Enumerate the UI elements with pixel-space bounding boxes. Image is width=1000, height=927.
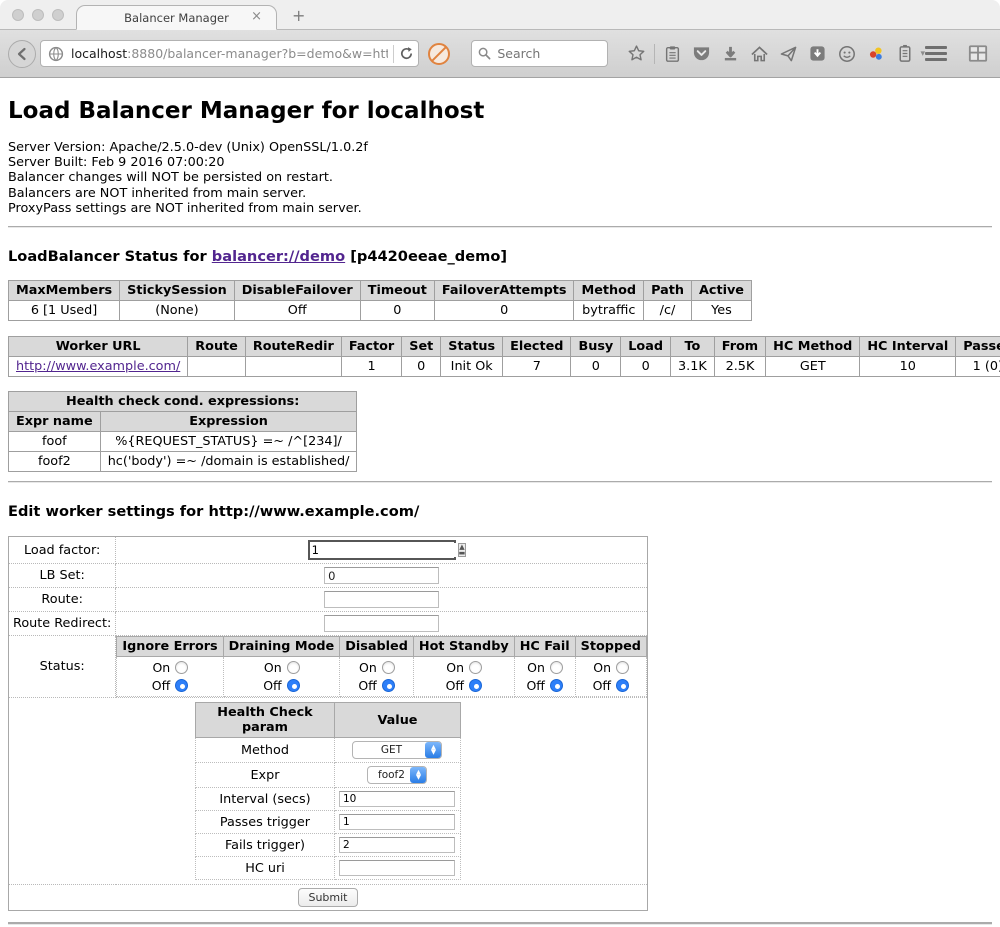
balancer-demo-link[interactable]: balancer://demo: [212, 248, 345, 265]
site-identity-globe-icon[interactable]: [48, 46, 64, 62]
bookmark-star-icon[interactable]: [627, 43, 647, 65]
expr-row: foof %{REQUEST_STATUS} =~ /^[234]/: [9, 432, 357, 452]
search-box[interactable]: [471, 40, 608, 67]
interval-label: Interval (secs): [195, 788, 334, 811]
radio-stopped-off[interactable]: [616, 679, 629, 692]
worker-url-link[interactable]: http://www.example.com/: [16, 359, 180, 374]
worker-table: Worker URL Route RouteRedir Factor Set S…: [8, 336, 1000, 377]
method-label: Method: [195, 738, 334, 763]
load-factor-input[interactable]: ▲▬: [308, 540, 456, 560]
select-stepper-icon: ▲▼: [425, 742, 441, 758]
radio-hot-standby-on[interactable]: [469, 661, 482, 674]
load-factor-label: Load factor:: [9, 537, 116, 564]
inherit-note: Balancers are NOT inherited from main se…: [8, 186, 992, 201]
battery-addon-icon[interactable]: [895, 43, 915, 65]
expr-label: Expr: [195, 763, 334, 788]
proxypass-note: ProxyPass settings are NOT inherited fro…: [8, 201, 992, 216]
divider: [8, 226, 992, 228]
pocket-icon[interactable]: [692, 43, 712, 65]
worker-row: http://www.example.com/ 1 0 Init Ok 7 0 …: [9, 357, 1000, 377]
lb-set-input[interactable]: [324, 567, 439, 584]
send-tab-icon[interactable]: [779, 43, 799, 65]
page-content: Load Balancer Manager for localhost Serv…: [0, 78, 1000, 927]
colored-dots-addon-icon[interactable]: [866, 43, 886, 65]
hc-expressions-caption: Health check cond. expressions:: [9, 392, 357, 412]
tab-groups-grid-icon[interactable]: [968, 43, 988, 65]
downloads-icon[interactable]: [721, 43, 741, 65]
select-stepper-icon: ▲▼: [410, 767, 426, 783]
server-info: Server Version: Apache/2.5.0-dev (Unix) …: [8, 140, 992, 216]
toolbar-icons: ▾: [622, 43, 925, 65]
back-button[interactable]: [8, 40, 36, 68]
tab-bar: Balancer Manager × +: [0, 0, 1000, 30]
radio-hc-fail-on[interactable]: [550, 661, 563, 674]
status-label: Status:: [9, 636, 116, 698]
reload-icon[interactable]: [399, 46, 414, 61]
home-icon[interactable]: [750, 43, 770, 65]
save-to-device-icon[interactable]: [808, 43, 828, 65]
tab-title: Balancer Manager: [124, 11, 229, 25]
menu-icon[interactable]: [925, 46, 947, 61]
lb-set-label: LB Set:: [9, 564, 116, 588]
back-arrow-icon: [15, 47, 29, 61]
number-spinner-icon[interactable]: ▲▬: [458, 543, 467, 557]
adblock-icon[interactable]: [428, 43, 450, 65]
edit-worker-heading: Edit worker settings for http://www.exam…: [8, 503, 992, 520]
maximize-window-button[interactable]: [52, 9, 64, 21]
tab-balancer-manager[interactable]: Balancer Manager ×: [76, 5, 277, 30]
interval-input[interactable]: [339, 791, 455, 807]
status-radio-table: Ignore Errors Draining Mode Disabled Hot…: [116, 636, 647, 697]
server-version: Server Version: Apache/2.5.0-dev (Unix) …: [8, 140, 992, 155]
divider: [8, 481, 992, 483]
submit-button[interactable]: Submit: [298, 888, 357, 907]
radio-hc-fail-off[interactable]: [550, 679, 563, 692]
hc-uri-input[interactable]: [339, 860, 455, 876]
radio-ignore-errors-on[interactable]: [175, 661, 188, 674]
passes-label: Passes trigger: [195, 811, 334, 834]
route-label: Route:: [9, 588, 116, 612]
edit-worker-form: Load factor: ▲▬ LB Set: Route: Route Red…: [8, 536, 648, 911]
lb-status-heading: LoadBalancer Status for balancer://demo …: [8, 248, 992, 265]
route-redirect-label: Route Redirect:: [9, 612, 116, 636]
fails-input[interactable]: [339, 837, 455, 853]
radio-disabled-on[interactable]: [382, 661, 395, 674]
search-icon: [478, 47, 491, 60]
hc-expressions-table: Health check cond. expressions: Expr nam…: [8, 391, 357, 472]
route-redirect-input[interactable]: [324, 615, 439, 632]
minimize-window-button[interactable]: [32, 9, 44, 21]
tab-close-icon[interactable]: ×: [251, 10, 262, 23]
browser-window: Balancer Manager × + localhost:8880/bala…: [0, 0, 1000, 927]
expr-row: foof2 hc('body') =~ /domain is establish…: [9, 452, 357, 472]
loadbalancer-status-table: MaxMembers StickySession DisableFailover…: [8, 280, 752, 321]
divider: [8, 922, 992, 925]
table-row: 6 [1 Used] (None) Off 0 0 bytraffic /c/ …: [9, 301, 752, 321]
server-built: Server Built: Feb 9 2016 07:00:20: [8, 155, 992, 170]
persist-note: Balancer changes will NOT be persisted o…: [8, 170, 992, 185]
radio-stopped-on[interactable]: [616, 661, 629, 674]
navigation-toolbar: localhost:8880/balancer-manager?b=demo&w…: [0, 30, 1000, 78]
route-input[interactable]: [324, 591, 439, 608]
hc-uri-label: HC uri: [195, 857, 334, 880]
expr-select[interactable]: foof2 ▲▼: [367, 766, 427, 784]
method-select[interactable]: GET ▲▼: [352, 741, 442, 759]
url-text[interactable]: localhost:8880/balancer-manager?b=demo&w…: [71, 46, 388, 61]
passes-input[interactable]: [339, 814, 455, 830]
radio-disabled-off[interactable]: [382, 679, 395, 692]
radio-ignore-errors-off[interactable]: [175, 679, 188, 692]
close-window-button[interactable]: [12, 9, 24, 21]
radio-draining-mode-off[interactable]: [287, 679, 300, 692]
search-input[interactable]: [497, 46, 597, 61]
fails-label: Fails trigger): [195, 834, 334, 857]
radio-draining-mode-on[interactable]: [287, 661, 300, 674]
new-tab-button[interactable]: +: [292, 6, 305, 25]
url-bar[interactable]: localhost:8880/balancer-manager?b=demo&w…: [40, 40, 419, 67]
reading-list-icon[interactable]: [663, 43, 683, 65]
window-controls: [12, 9, 64, 21]
health-check-param-table: Health Check param Value Method GET ▲▼: [195, 702, 461, 880]
page-title: Load Balancer Manager for localhost: [8, 98, 992, 124]
emoji-addon-icon[interactable]: [837, 43, 857, 65]
radio-hot-standby-off[interactable]: [469, 679, 482, 692]
